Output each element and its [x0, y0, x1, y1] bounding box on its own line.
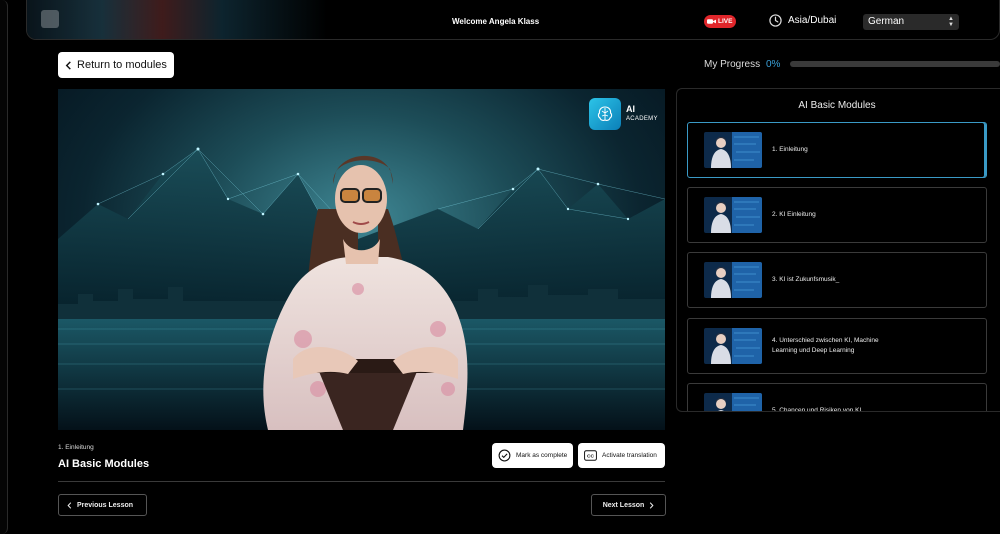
welcome-text: Welcome Angela Klass: [452, 17, 540, 26]
activate-translation-button[interactable]: CC Activate translation: [578, 443, 665, 468]
ai-academy-logo: AI ACADEMY: [589, 98, 658, 130]
module-label: 2. KI Einleitung: [772, 211, 816, 218]
modules-panel-title: AI Basic Modules: [798, 100, 876, 111]
module-card[interactable]: 5. Chancen und Risiken von KI: [687, 383, 987, 412]
mark-as-complete-button[interactable]: Mark as complete: [492, 443, 573, 468]
return-to-modules-label: Return to modules: [77, 59, 167, 71]
lesson-title: AI Basic Modules: [58, 458, 150, 470]
top-bar: Welcome Angela Klass LIVE Asia/Dubai Ger…: [26, 0, 1000, 40]
live-badge[interactable]: LIVE: [704, 15, 737, 28]
header-banner-image: [27, 0, 327, 39]
language-select[interactable]: German ▲ ▼: [863, 14, 959, 30]
video-frame-scene: [58, 147, 665, 430]
activate-translation-label: Activate translation: [602, 452, 657, 459]
module-card[interactable]: 2. KI Einleitung: [687, 187, 987, 243]
camera-icon: [707, 19, 716, 24]
mark-as-complete-label: Mark as complete: [516, 452, 568, 459]
module-thumbnail: [704, 393, 762, 411]
select-arrows-icon: ▲ ▼: [948, 16, 954, 28]
progress-label: My Progress: [704, 59, 761, 70]
progress-percent: 0%: [766, 59, 781, 70]
live-badge-label: LIVE: [718, 18, 733, 25]
previous-lesson-label: Previous Lesson: [77, 501, 134, 509]
module-label: 1. Einleitung: [772, 146, 808, 153]
module-label: 5. Chancen und Risiken von KI: [772, 407, 862, 412]
next-lesson-button[interactable]: Next Lesson: [591, 494, 666, 516]
brain-icon: [597, 106, 613, 121]
module-thumbnail: [704, 197, 762, 233]
left-rail: [0, 0, 8, 534]
module-card[interactable]: 4. Unterschied zwischen KI, Machine Lear…: [687, 318, 987, 374]
ai-logo-subtitle: ACADEMY: [626, 116, 658, 122]
lesson-divider: [58, 481, 665, 482]
closed-captions-icon: CC: [584, 450, 597, 461]
timezone-display: Asia/Dubai: [769, 14, 836, 27]
check-circle-icon: [498, 449, 511, 462]
ai-logo-title: AI: [626, 104, 635, 114]
lesson-subtitle: 1. Einleitung: [58, 444, 94, 451]
modules-panel[interactable]: AI Basic Modules 1. Einleitung 2. KI Einl…: [676, 88, 1000, 412]
progress-bar: [790, 61, 1000, 67]
ai-logo-box: [589, 98, 621, 130]
previous-lesson-button[interactable]: Previous Lesson: [58, 494, 147, 516]
module-label: 3. KI ist Zukunfsmusik_: [772, 276, 840, 283]
next-lesson-label: Next Lesson: [602, 501, 645, 509]
chevron-right-icon: [650, 501, 654, 509]
svg-text:CC: CC: [587, 454, 595, 460]
module-card[interactable]: 3. KI ist Zukunfsmusik_: [687, 252, 987, 308]
chevron-left-icon: [65, 60, 71, 70]
clock-icon: [769, 14, 782, 27]
timezone-label: Asia/Dubai: [788, 15, 837, 26]
module-label: 4. Unterschied zwischen KI, Machine Lear…: [772, 337, 879, 354]
video-player[interactable]: AI ACADEMY: [58, 89, 665, 430]
return-to-modules-button[interactable]: Return to modules: [58, 52, 174, 78]
module-thumbnail: [704, 328, 762, 364]
language-select-value: German: [868, 16, 905, 27]
chevron-left-icon: [67, 501, 72, 509]
module-thumbnail: [704, 132, 762, 168]
module-thumbnail: [704, 262, 762, 298]
ai-logo-text: AI ACADEMY: [626, 104, 658, 124]
module-card[interactable]: 1. Einleitung: [687, 122, 987, 178]
